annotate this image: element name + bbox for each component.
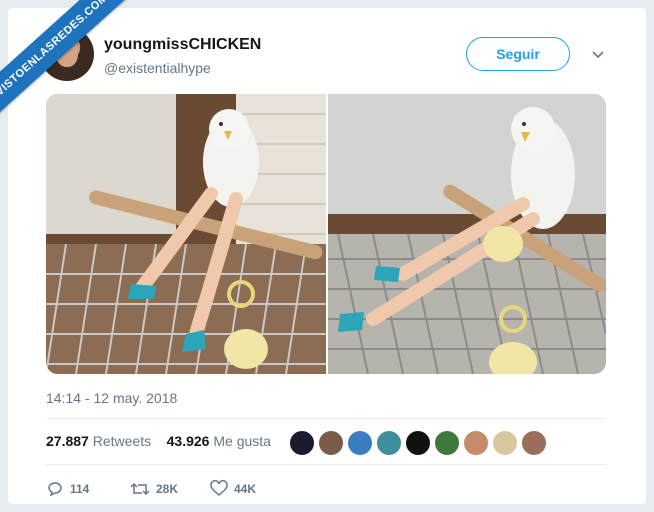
retweet-icon <box>130 482 150 496</box>
avatar[interactable] <box>288 429 316 457</box>
retweets-count[interactable]: 27.887 <box>46 433 89 449</box>
avatar[interactable] <box>375 429 403 457</box>
tweet-timestamp[interactable]: 14:14 - 12 may. 2018 <box>46 390 177 406</box>
chevron-down-icon[interactable] <box>590 46 606 62</box>
tweet-photo-left[interactable] <box>46 94 326 374</box>
reply-icon <box>48 482 62 497</box>
divider <box>46 418 606 419</box>
author-handle[interactable]: @existentialhype <box>104 60 211 76</box>
reply-count: 114 <box>70 482 90 496</box>
divider <box>46 464 606 465</box>
avatar[interactable] <box>433 429 461 457</box>
retweet-action[interactable]: 28K <box>130 480 178 498</box>
avatar[interactable] <box>346 429 374 457</box>
avatar[interactable] <box>317 429 345 457</box>
follow-button[interactable]: Seguir <box>466 37 570 71</box>
author-name[interactable]: youngmissCHICKEN <box>104 36 261 54</box>
reply-action[interactable]: 114 <box>46 480 89 498</box>
tweet-photo-right[interactable] <box>328 94 606 374</box>
retweet-count: 28K <box>156 482 179 496</box>
retweets-label[interactable]: Retweets <box>93 433 151 449</box>
like-count: 44K <box>234 482 257 496</box>
avatar[interactable] <box>404 429 432 457</box>
avatar[interactable] <box>520 429 548 457</box>
heart-icon <box>210 480 228 496</box>
likes-count[interactable]: 43.926 <box>167 433 210 449</box>
tweet-stats: 27.887 Retweets 43.926 Me gusta <box>46 433 271 449</box>
avatar[interactable] <box>462 429 490 457</box>
avatar[interactable] <box>491 429 519 457</box>
like-action[interactable]: 44K <box>210 480 256 498</box>
likes-label[interactable]: Me gusta <box>213 433 271 449</box>
